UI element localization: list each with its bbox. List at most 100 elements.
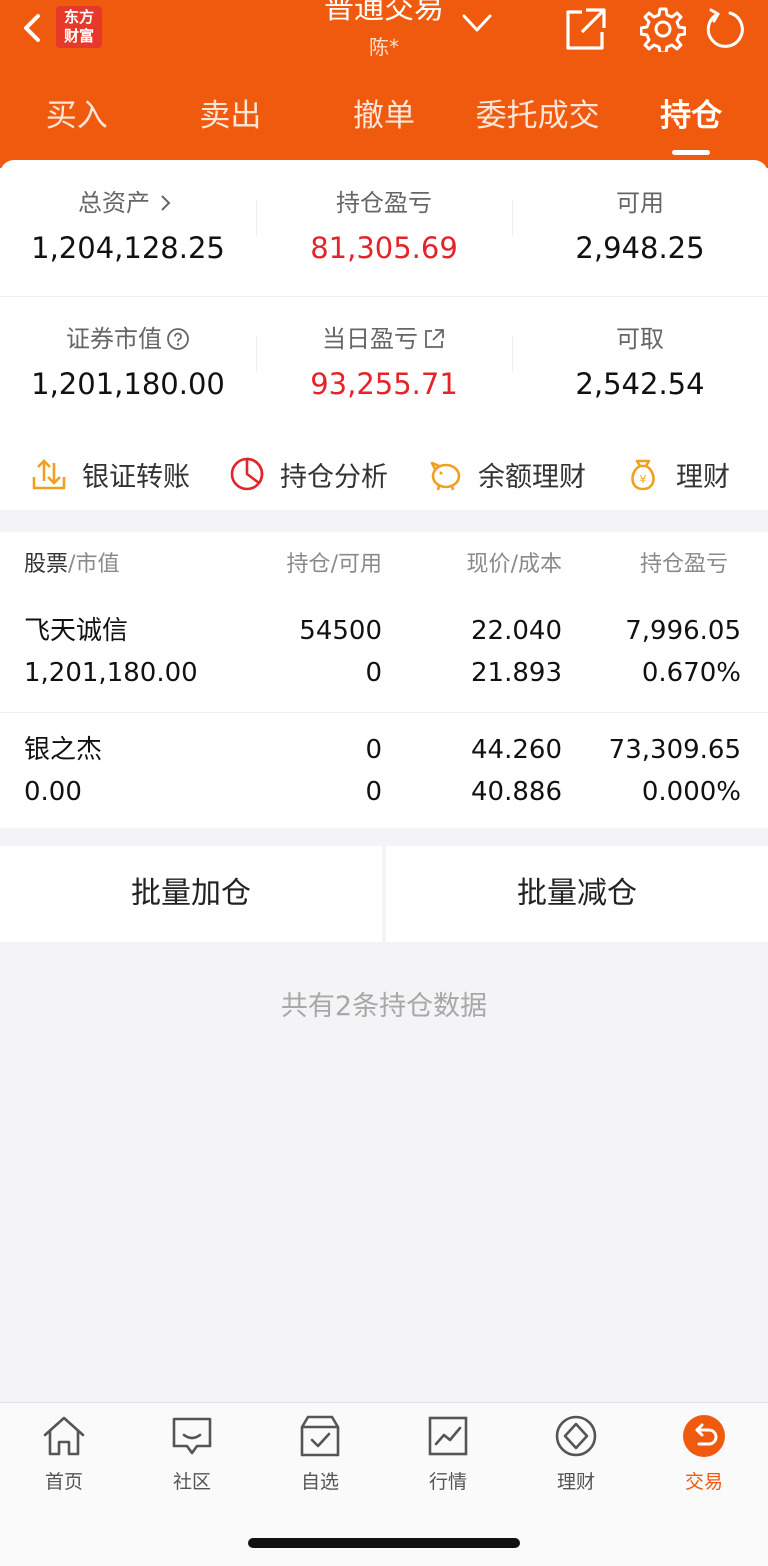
stock-cost: 40.886 bbox=[471, 777, 562, 807]
header-price-label: 现价 bbox=[466, 552, 511, 577]
share-external-icon[interactable] bbox=[562, 6, 608, 52]
account-name: 陈* bbox=[369, 35, 399, 59]
stock-price: 44.260 bbox=[471, 735, 562, 765]
tab-positions[interactable]: 持仓 bbox=[614, 90, 768, 155]
chevron-down-icon bbox=[462, 14, 492, 32]
daily-pnl[interactable]: 当日盈亏 93,255.71 bbox=[256, 296, 512, 426]
wealth-icon bbox=[555, 1415, 597, 1457]
pie-chart-icon bbox=[230, 457, 264, 491]
quick-actions: 银证转账 持仓分析 余额理财 ¥ 理财 bbox=[0, 450, 768, 498]
chat-icon bbox=[172, 1417, 212, 1455]
securities-market-value: 证券市值 1,201,180.00 bbox=[0, 296, 256, 426]
app-header: 东方 财富 普通交易 陈* 买入 卖出 撤单 委托成交 持仓 bbox=[0, 0, 768, 168]
trade-tabs: 买入 卖出 撤单 委托成交 持仓 bbox=[0, 90, 768, 155]
nav-community[interactable]: 社区 bbox=[128, 1403, 256, 1566]
stock-pnl-percent: 0.670% bbox=[641, 658, 741, 688]
quick-action-label: 理财 bbox=[676, 461, 730, 493]
header-pnl-label: 持仓盈亏 bbox=[640, 552, 729, 577]
header-market-value-label: 市值 bbox=[75, 552, 120, 577]
quick-action-label: 银证转账 bbox=[82, 461, 190, 493]
available-label: 可用 bbox=[616, 189, 664, 217]
chevron-right-icon bbox=[161, 195, 171, 211]
nav-label: 首页 bbox=[44, 1471, 83, 1493]
quick-action-wealth[interactable]: ¥ 理财 bbox=[624, 455, 730, 494]
watchlist-icon bbox=[300, 1415, 340, 1457]
nav-label: 行情 bbox=[428, 1471, 467, 1493]
batch-add-button[interactable]: 批量加仓 bbox=[0, 846, 382, 942]
holdings-count-note: 共有2条持仓数据 bbox=[280, 991, 488, 1022]
withdrawable: 可取 2,542.54 bbox=[512, 296, 768, 426]
quick-action-bank-transfer[interactable]: 银证转账 bbox=[30, 455, 190, 494]
refresh-icon[interactable] bbox=[702, 6, 748, 52]
daily-pnl-value: 93,255.71 bbox=[310, 367, 458, 401]
header-price-cost[interactable]: 现价/成本 bbox=[467, 546, 562, 578]
help-circle-icon[interactable] bbox=[166, 327, 190, 351]
stock-name: 飞天诚信 bbox=[24, 616, 129, 646]
position-pnl-value: 81,305.69 bbox=[310, 231, 458, 265]
available-value: 2,948.25 bbox=[575, 231, 705, 265]
stock-price: 22.040 bbox=[471, 616, 562, 646]
nav-trade[interactable]: 交易 bbox=[640, 1403, 768, 1566]
summary-row-1: 总资产 1,204,128.25 持仓盈亏 81,305.69 可用 2,948… bbox=[0, 160, 768, 290]
home-icon bbox=[43, 1416, 85, 1456]
table-row[interactable]: 银之杰 0.00 0 0 44.260 40.886 73,309.65 0.0… bbox=[0, 712, 768, 830]
tab-buy[interactable]: 买入 bbox=[0, 90, 154, 150]
stock-cost: 21.893 bbox=[471, 658, 562, 688]
daily-pnl-label: 当日盈亏 bbox=[322, 325, 418, 353]
quick-action-label: 持仓分析 bbox=[280, 461, 388, 493]
nav-label: 理财 bbox=[556, 1471, 595, 1493]
stock-position: 54500 bbox=[299, 616, 382, 646]
table-row[interactable]: 飞天诚信 1,201,180.00 54500 0 22.040 21.893 … bbox=[0, 594, 768, 712]
available-funds: 可用 2,948.25 bbox=[512, 160, 768, 290]
securities-market-value-label: 证券市值 bbox=[66, 325, 162, 353]
nav-label: 自选 bbox=[300, 1471, 339, 1493]
withdrawable-value: 2,542.54 bbox=[575, 367, 705, 401]
tab-sell[interactable]: 卖出 bbox=[154, 90, 308, 150]
header-position-available[interactable]: 持仓/可用 bbox=[287, 546, 382, 578]
gear-icon[interactable] bbox=[640, 6, 686, 52]
position-pnl-label: 持仓盈亏 bbox=[336, 189, 432, 217]
stock-pnl: 7,996.05 bbox=[625, 616, 741, 646]
stock-pnl-percent: 0.000% bbox=[641, 777, 741, 807]
stock-pnl: 73,309.65 bbox=[608, 735, 741, 765]
total-assets-label: 总资产 bbox=[78, 189, 150, 217]
holdings-table: 股票/市值 持仓/可用 现价/成本 持仓盈亏 飞天诚信 1,201,180.00… bbox=[0, 532, 768, 828]
logo-text-line2: 财富 bbox=[63, 27, 94, 45]
nav-home[interactable]: 首页 bbox=[0, 1403, 128, 1566]
withdrawable-label: 可取 bbox=[616, 325, 664, 353]
position-pnl: 持仓盈亏 81,305.69 bbox=[256, 160, 512, 290]
stock-available: 0 bbox=[365, 777, 382, 807]
batch-reduce-button[interactable]: 批量减仓 bbox=[386, 846, 768, 942]
market-chart-icon bbox=[428, 1416, 468, 1456]
home-indicator[interactable] bbox=[248, 1538, 520, 1548]
header-available-label: 可用 bbox=[337, 552, 382, 577]
quick-action-balance-wealth[interactable]: 余额理财 bbox=[426, 455, 586, 494]
back-arrow-icon[interactable] bbox=[16, 8, 48, 48]
quick-action-label: 余额理财 bbox=[478, 461, 586, 493]
batch-actions: 批量加仓 批量减仓 bbox=[0, 846, 768, 942]
logo-text-line1: 东方 bbox=[63, 8, 94, 26]
daily-pnl-label-wrap: 当日盈亏 bbox=[256, 324, 512, 354]
nav-wealth[interactable]: 理财 bbox=[512, 1403, 640, 1566]
money-bag-icon: ¥ bbox=[631, 459, 655, 491]
total-assets[interactable]: 总资产 1,204,128.25 bbox=[0, 160, 256, 290]
tab-orders-trades[interactable]: 委托成交 bbox=[461, 90, 615, 150]
header-stock-label: 股票 bbox=[24, 552, 69, 577]
tab-cancel-order[interactable]: 撤单 bbox=[307, 90, 461, 150]
total-assets-value: 1,204,128.25 bbox=[31, 231, 225, 265]
header-position-label: 持仓 bbox=[286, 552, 331, 577]
total-assets-label-wrap: 总资产 bbox=[0, 188, 256, 218]
header-separator: / bbox=[510, 552, 518, 577]
header-position-pnl[interactable]: 持仓盈亏 bbox=[640, 546, 768, 578]
securities-market-value-value: 1,201,180.00 bbox=[31, 367, 225, 401]
quick-action-position-analysis[interactable]: 持仓分析 bbox=[228, 455, 388, 494]
securities-market-value-label-wrap: 证券市值 bbox=[0, 324, 256, 354]
header-stock-value[interactable]: 股票/市值 bbox=[24, 546, 119, 578]
account-selector[interactable]: 普通交易 陈* bbox=[234, 0, 534, 70]
asset-summary-panel: 总资产 1,204,128.25 持仓盈亏 81,305.69 可用 2,948… bbox=[0, 160, 768, 510]
share-external-icon bbox=[425, 329, 444, 348]
stock-market-value: 0.00 bbox=[24, 777, 82, 807]
trade-icon bbox=[683, 1415, 725, 1457]
transfer-icon bbox=[32, 459, 66, 490]
page-title: 普通交易 bbox=[324, 0, 444, 26]
